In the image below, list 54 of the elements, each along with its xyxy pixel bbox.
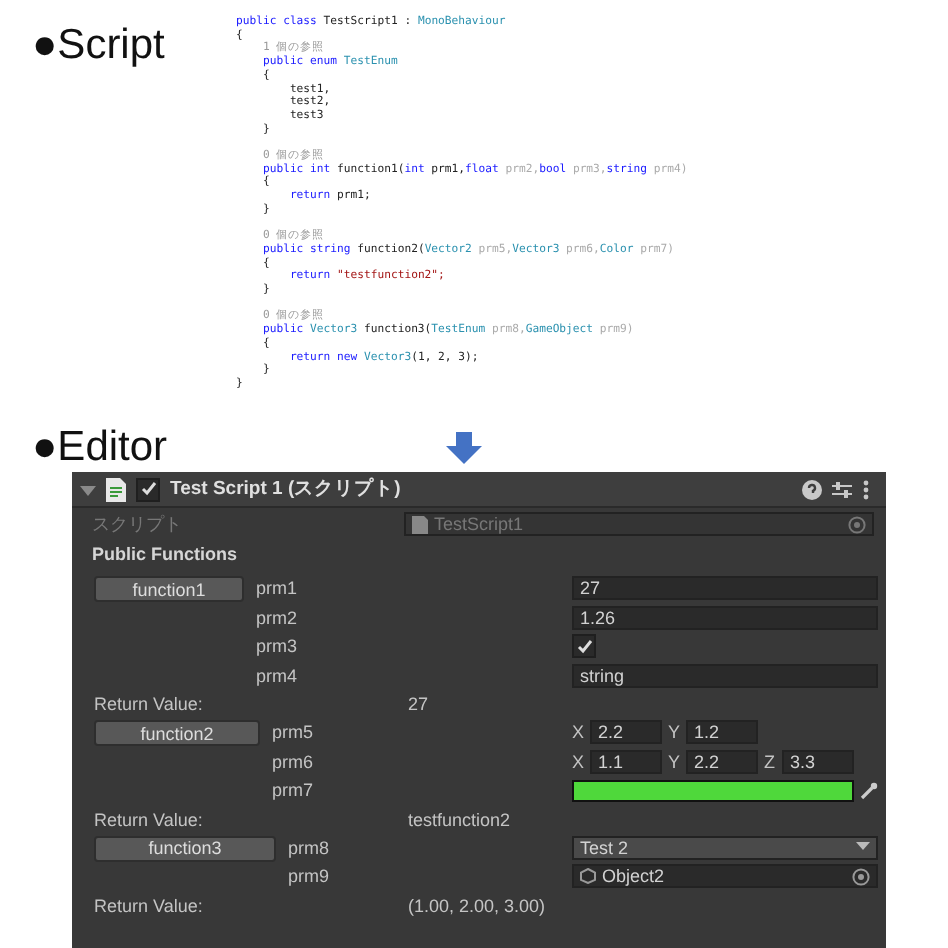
more-options-icon[interactable] xyxy=(862,479,870,499)
fold-arrow-icon[interactable] xyxy=(80,481,96,497)
return-value: 27 xyxy=(408,694,429,714)
return-label: Return Value: xyxy=(94,694,205,714)
return-value: (1.00, 2.00, 3.00) xyxy=(408,895,546,915)
script-field: TestScript1 xyxy=(404,512,874,536)
script-icon xyxy=(106,477,126,501)
dropdown[interactable]: Test 2 xyxy=(572,835,878,860)
section-heading: ●Script xyxy=(30,20,167,72)
color-field[interactable] xyxy=(572,779,854,802)
target-icon xyxy=(848,515,866,533)
parameter-label: prm2 xyxy=(256,607,300,628)
cube-icon xyxy=(580,868,596,885)
input-field[interactable]: 2.2 xyxy=(590,720,662,745)
parameter-label: prm7 xyxy=(272,780,316,801)
return-label: Return Value: xyxy=(94,809,205,829)
parameter-label: prm8 xyxy=(288,837,332,858)
object-field[interactable]: Object2 xyxy=(572,864,878,889)
input-field[interactable]: 2.2 xyxy=(686,749,758,774)
eyedropper-icon[interactable] xyxy=(860,781,878,800)
axis-label: X xyxy=(572,751,584,772)
return-value: testfunction2 xyxy=(408,809,511,829)
caret-icon xyxy=(856,842,870,853)
enabled-checkbox[interactable] xyxy=(136,477,160,501)
script-icon xyxy=(412,515,428,533)
axis-label: Y xyxy=(668,722,680,743)
field-label: スクリプト xyxy=(92,511,184,537)
input-field[interactable]: 3.3 xyxy=(782,749,854,774)
function-button[interactable]: function3 xyxy=(94,835,276,861)
function-button[interactable]: function2 xyxy=(94,720,260,746)
parameter-label: prm9 xyxy=(288,866,332,887)
input-field[interactable]: 27 xyxy=(572,576,878,601)
parameter-label: prm3 xyxy=(256,636,300,657)
input-field[interactable]: 1.26 xyxy=(572,605,878,630)
axis-label: X xyxy=(572,722,584,743)
input-field[interactable]: 1.2 xyxy=(686,720,758,745)
down-arrow-icon xyxy=(444,432,484,464)
axis-label: Z xyxy=(764,751,776,772)
help-icon[interactable] xyxy=(802,479,822,499)
input-field[interactable]: string xyxy=(572,663,878,688)
parameter-label: prm6 xyxy=(272,751,316,772)
parameter-label: prm4 xyxy=(256,665,300,686)
input-field[interactable]: 1.1 xyxy=(590,749,662,774)
target-icon[interactable] xyxy=(852,867,870,886)
parameter-label: prm5 xyxy=(272,722,316,743)
checkbox[interactable] xyxy=(572,634,596,659)
sliders-icon[interactable] xyxy=(832,479,852,499)
section-label: Public Functions xyxy=(90,542,240,568)
return-label: Return Value: xyxy=(94,895,205,915)
section-heading: ●Editor xyxy=(30,422,170,474)
parameter-label: prm1 xyxy=(256,578,300,599)
function-button[interactable]: function1 xyxy=(94,576,244,602)
axis-label: Y xyxy=(668,751,680,772)
component-title: Test Script 1 (スクリプト) xyxy=(170,476,401,502)
